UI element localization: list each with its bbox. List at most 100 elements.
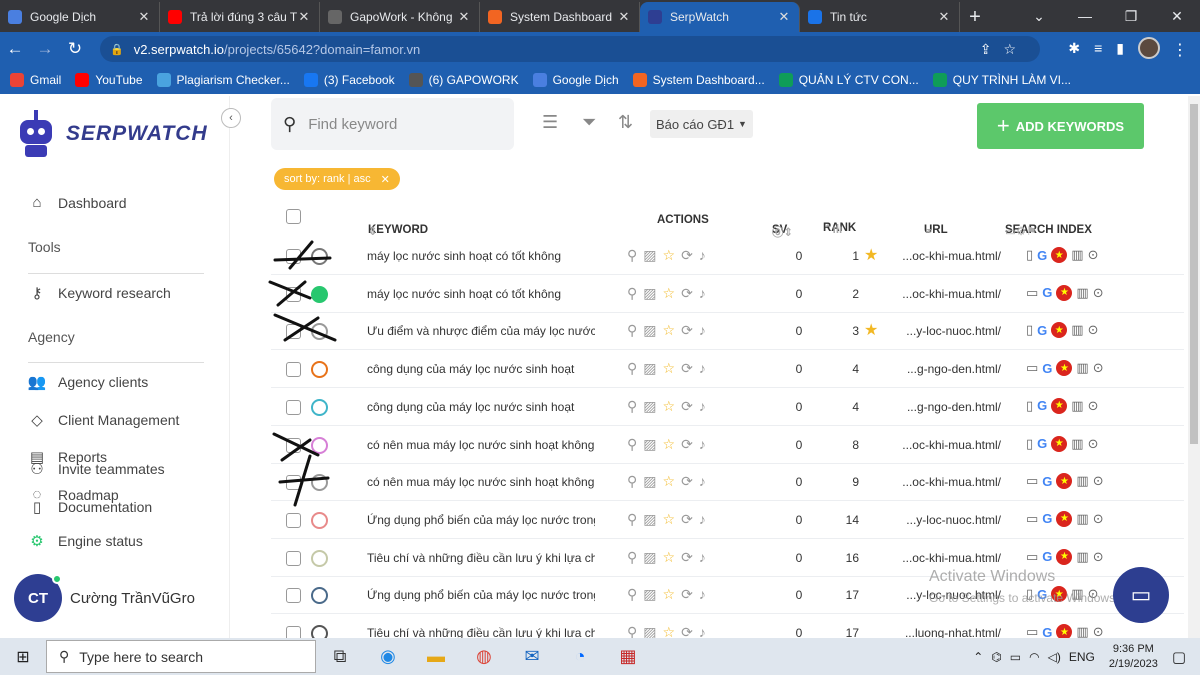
page-scrollbar[interactable] xyxy=(1188,96,1200,638)
search-icon[interactable]: ⚲ xyxy=(627,624,643,638)
row-checkbox[interactable] xyxy=(286,324,301,340)
reload-button[interactable]: ↻ xyxy=(60,34,90,64)
star-icon[interactable]: ☆ xyxy=(663,473,682,489)
image-icon[interactable]: ▨ xyxy=(643,398,662,414)
refresh-icon[interactable]: ⟳ xyxy=(681,360,699,376)
list-view-icon[interactable]: ☰ xyxy=(542,112,558,133)
sort-chip[interactable]: sort by: rank | asc ✕ xyxy=(274,168,400,190)
reading-list-icon[interactable]: ≡ xyxy=(1094,40,1102,56)
bookmark-item[interactable]: Plagiarism Checker... xyxy=(156,73,290,87)
url-cell[interactable]: ...y-loc-nuoc.html/ xyxy=(899,513,1001,527)
map-icon[interactable]: ▥ xyxy=(1076,549,1088,565)
keyword-cell[interactable]: có nên mua máy lọc nước sinh hoạt không xyxy=(367,438,595,452)
map-icon[interactable]: ▥ xyxy=(1071,436,1083,452)
row-checkbox[interactable] xyxy=(286,550,301,566)
serpwatch-logo[interactable]: SERPWATCH xyxy=(16,110,208,158)
browser-tab[interactable]: Trả lời đúng 3 câu T ✕ xyxy=(160,2,320,32)
search-icon[interactable]: ⚲ xyxy=(627,586,643,602)
chevron-down-icon[interactable]: ⌄ xyxy=(1016,0,1062,32)
bell-icon[interactable]: ♪ xyxy=(699,511,712,527)
search-icon[interactable]: ⚲ xyxy=(627,511,643,527)
battery-icon[interactable]: ▭ xyxy=(1010,650,1021,664)
bell-icon[interactable]: ♪ xyxy=(699,624,712,638)
scrollbar-thumb[interactable] xyxy=(1190,104,1198,444)
back-button[interactable]: ← xyxy=(0,34,30,64)
url-cell[interactable]: ...oc-khi-mua.html/ xyxy=(899,287,1001,301)
refresh-icon[interactable]: ⟳ xyxy=(681,511,699,527)
bookmark-item[interactable]: System Dashboard... xyxy=(632,73,765,87)
row-checkbox[interactable] xyxy=(286,249,301,264)
new-tab-button[interactable]: + xyxy=(960,2,990,32)
chevron-up-icon[interactable]: ⌃ xyxy=(973,650,983,664)
star-icon[interactable]: ☆ xyxy=(663,398,682,414)
keyword-cell[interactable]: máy lọc nước sinh hoạt có tốt không xyxy=(367,287,595,301)
location-pin-icon[interactable]: ⊙ xyxy=(1093,473,1104,489)
keyword-cell[interactable]: công dụng của máy lọc nước sinh hoạt xyxy=(367,400,595,414)
refresh-icon[interactable]: ⟳ xyxy=(681,473,699,489)
keyword-cell[interactable]: máy lọc nước sinh hoạt có tốt không xyxy=(367,249,595,263)
table-row[interactable]: Tiêu chí và những điều cần lưu ý khi lựa… xyxy=(271,615,1184,638)
keyword-cell[interactable]: Ứng dụng phổ biến của máy lọc nước trong xyxy=(367,588,595,602)
mail-icon[interactable]: ✉ xyxy=(508,638,556,675)
refresh-icon[interactable]: ⇅ xyxy=(618,112,633,133)
star-icon[interactable]: ☆ xyxy=(663,624,682,638)
location-pin-icon[interactable]: ⊙ xyxy=(1088,322,1099,338)
star-icon[interactable]: ☆ xyxy=(663,360,682,376)
refresh-icon[interactable]: ⟳ xyxy=(681,586,699,602)
bell-icon[interactable]: ♪ xyxy=(699,473,712,489)
location-pin-icon[interactable]: ⊙ xyxy=(1088,247,1099,263)
close-tab-icon[interactable]: ✕ xyxy=(617,9,631,25)
wifi-icon[interactable]: ◠ xyxy=(1029,650,1039,664)
map-icon[interactable]: ▥ xyxy=(1076,511,1088,527)
refresh-icon[interactable]: ⟳ xyxy=(681,398,699,414)
refresh-icon[interactable]: ⟳ xyxy=(681,436,699,452)
url-cell[interactable]: ...oc-khi-mua.html/ xyxy=(899,438,1001,452)
close-tab-icon[interactable]: ✕ xyxy=(137,9,151,25)
browser-tab[interactable]: SerpWatch ✕ xyxy=(640,2,800,32)
report-select[interactable]: Báo cáo GĐ1 ▼ xyxy=(650,110,753,138)
zalo-icon[interactable]: ◔ xyxy=(556,638,604,675)
taskbar-search[interactable]: ⚲ Type here to search xyxy=(46,640,316,673)
close-tab-icon[interactable]: ✕ xyxy=(457,9,471,25)
keyword-cell[interactable]: Tiêu chí và những điều cần lưu ý khi lựa… xyxy=(367,551,595,565)
row-checkbox[interactable] xyxy=(286,475,301,491)
puzzle-icon[interactable]: ✱ xyxy=(1068,40,1080,57)
image-icon[interactable]: ▨ xyxy=(643,586,662,602)
chrome-icon[interactable]: ◍ xyxy=(460,638,508,675)
side-panel-icon[interactable]: ▮ xyxy=(1116,40,1124,57)
bell-icon[interactable]: ♪ xyxy=(699,247,712,263)
bell-icon[interactable]: ♪ xyxy=(699,322,712,338)
language-indicator[interactable]: ENG xyxy=(1069,650,1095,664)
refresh-icon[interactable]: ⟳ xyxy=(681,322,699,338)
row-checkbox[interactable] xyxy=(286,399,301,415)
keyword-cell[interactable]: Ưu điểm và nhược điểm của máy lọc nước g xyxy=(367,324,595,338)
keyword-cell[interactable]: Ứng dụng phổ biến của máy lọc nước trong xyxy=(367,513,595,527)
clock[interactable]: 9:36 PM 2/19/2023 xyxy=(1109,642,1158,672)
table-row[interactable]: Ứng dụng phổ biến của máy lọc nước trong… xyxy=(271,501,1184,539)
sidebar-item-engine-status[interactable]: ⚙ Engine status xyxy=(26,532,143,550)
table-row[interactable]: Ưu điểm và nhược điểm của máy lọc nước g… xyxy=(271,313,1184,351)
network-icon[interactable]: ⌬ xyxy=(991,650,1001,664)
search-icon[interactable]: ⚲ xyxy=(627,549,643,565)
share-star-icons[interactable]: ⇪☆ xyxy=(980,41,1028,58)
keyword-cell[interactable]: Tiêu chí và những điều cần lưu ý khi lựa… xyxy=(367,626,595,638)
keyword-search[interactable]: ⚲ Find keyword xyxy=(271,98,514,150)
bookmark-item[interactable]: Google Dịch xyxy=(532,73,619,87)
edge-icon[interactable]: ◉ xyxy=(364,638,412,675)
file-explorer-icon[interactable]: ▬ xyxy=(412,638,460,675)
refresh-icon[interactable]: ⟳ xyxy=(681,285,699,301)
bookmark-item[interactable]: (3) Facebook xyxy=(303,73,395,87)
image-icon[interactable]: ▨ xyxy=(643,285,662,301)
star-icon[interactable]: ☆ xyxy=(663,586,682,602)
table-row[interactable]: có nên mua máy lọc nước sinh hoạt không ⚲… xyxy=(271,426,1184,464)
search-icon[interactable]: ⚲ xyxy=(627,360,643,376)
select-all-checkbox[interactable] xyxy=(286,209,301,224)
url-cell[interactable]: ...oc-khi-mua.html/ xyxy=(899,551,1001,565)
browser-tab[interactable]: Google Dịch ✕ xyxy=(0,2,160,32)
table-row[interactable]: công dụng của máy lọc nước sinh hoạt ⚲▨☆⟳… xyxy=(271,351,1184,389)
search-icon[interactable]: ⚲ xyxy=(627,285,643,301)
forward-button[interactable]: → xyxy=(30,34,60,64)
close-window-button[interactable]: ✕ xyxy=(1154,0,1200,32)
chat-button[interactable]: ▭ xyxy=(1113,567,1169,623)
browser-menu-icon[interactable]: ⋮ xyxy=(1172,40,1188,60)
